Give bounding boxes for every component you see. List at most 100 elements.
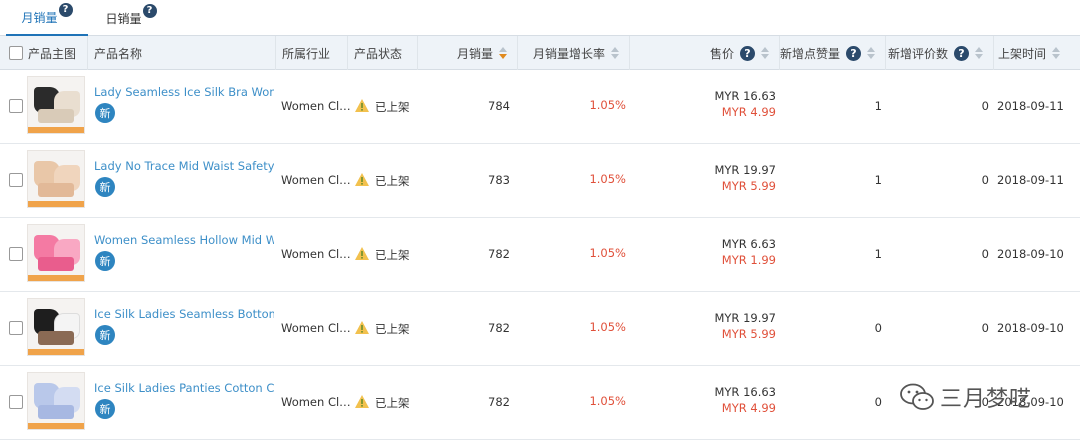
original-price: MYR 16.63 <box>714 385 776 399</box>
table-row: Ice Silk Ladies Seamless Bottom… 新 Women… <box>0 292 1080 366</box>
product-name-link[interactable]: Lady Seamless Ice Silk Bra Wom… <box>94 85 274 99</box>
column-industry: 所属行业 <box>276 36 348 70</box>
select-all-checkbox[interactable] <box>9 46 23 60</box>
new-likes-value: 0 <box>874 395 882 409</box>
industry-text: Women Cl… <box>281 247 351 261</box>
column-name-label: 产品名称 <box>94 46 143 61</box>
column-name: 产品名称 <box>88 36 276 70</box>
industry-text: Women Cl… <box>281 321 351 335</box>
growth-value: 1.05% <box>589 394 626 408</box>
row-checkbox[interactable] <box>9 395 23 409</box>
column-listed-date[interactable]: 上架时间 <box>994 36 1080 70</box>
original-price: MYR 16.63 <box>714 89 776 103</box>
status-text: 已上架 <box>375 396 410 410</box>
new-likes-value: 1 <box>874 173 882 187</box>
column-new-reviews-label: 新增评价数 <box>887 46 948 61</box>
sale-price: MYR 5.99 <box>721 179 776 193</box>
column-image: 产品主图 <box>0 36 88 70</box>
row-checkbox[interactable] <box>9 99 23 113</box>
tab-daily-sales-label: 日销量 <box>105 11 142 26</box>
column-status-label: 产品状态 <box>354 46 403 61</box>
sort-icon[interactable] <box>611 46 619 60</box>
sort-desc-icon[interactable] <box>499 46 507 60</box>
monthly-sales-value: 782 <box>488 395 510 409</box>
product-name-link[interactable]: Ice Silk Ladies Panties Cotton Cr… <box>94 381 274 395</box>
new-likes-value: 1 <box>874 99 882 113</box>
column-growth[interactable]: 月销量增长率 <box>518 36 630 70</box>
new-reviews-value: 0 <box>981 321 989 335</box>
tab-monthly-sales-label: 月销量 <box>21 10 58 25</box>
product-thumbnail[interactable] <box>27 224 85 282</box>
help-icon[interactable]: ? <box>954 45 969 61</box>
column-price-label: 售价 <box>709 46 734 61</box>
product-thumbnail[interactable] <box>27 76 85 134</box>
sales-tabs: 月销量 ? 日销量 ? <box>0 0 1080 36</box>
product-thumbnail[interactable] <box>27 372 85 430</box>
status-text: 已上架 <box>375 100 410 114</box>
new-likes-value: 0 <box>874 321 882 335</box>
column-new-likes: 新增点赞量 ? <box>780 36 886 70</box>
warning-triangle-icon <box>355 247 369 260</box>
column-status: 产品状态 <box>348 36 418 70</box>
sale-price: MYR 4.99 <box>721 401 776 415</box>
industry-text: Women Cl… <box>281 173 351 187</box>
column-price: 售价 ? <box>630 36 780 70</box>
sort-icon[interactable] <box>867 46 875 60</box>
column-growth-label: 月销量增长率 <box>532 46 605 61</box>
new-badge: 新 <box>95 103 115 123</box>
new-badge: 新 <box>95 251 115 271</box>
help-icon[interactable]: ? <box>58 3 73 17</box>
tab-monthly-sales[interactable]: 月销量 ? <box>6 0 88 36</box>
column-listed-date-label: 上架时间 <box>998 46 1047 61</box>
column-monthly-sales[interactable]: 月销量 <box>418 36 518 70</box>
new-badge: 新 <box>95 325 115 345</box>
row-checkbox[interactable] <box>9 247 23 261</box>
growth-value: 1.05% <box>589 320 626 334</box>
table-row: Lady Seamless Ice Silk Bra Wom… 新 Women … <box>0 70 1080 144</box>
sort-icon[interactable] <box>1052 46 1061 60</box>
column-new-likes-label: 新增点赞量 <box>780 46 841 61</box>
help-icon[interactable]: ? <box>740 45 755 61</box>
warning-triangle-icon <box>355 173 369 186</box>
listed-date-value: 2018-09-11 <box>997 99 1064 113</box>
growth-value: 1.05% <box>589 98 626 112</box>
product-thumbnail[interactable] <box>27 150 85 208</box>
monthly-sales-value: 782 <box>488 247 510 261</box>
status-text: 已上架 <box>375 248 410 262</box>
product-name-link[interactable]: Lady No Trace Mid Waist Safety … <box>94 159 274 173</box>
original-price: MYR 6.63 <box>721 237 776 251</box>
new-reviews-value: 0 <box>981 247 989 261</box>
help-icon[interactable]: ? <box>142 4 157 18</box>
product-name-link[interactable]: Women Seamless Hollow Mid W… <box>94 233 274 247</box>
column-image-label: 产品主图 <box>28 46 77 61</box>
table-row: Lady No Trace Mid Waist Safety … 新 Women… <box>0 144 1080 218</box>
sale-price: MYR 1.99 <box>721 253 776 267</box>
warning-triangle-icon <box>355 395 369 408</box>
wechat-icon <box>900 383 934 410</box>
original-price: MYR 19.97 <box>714 163 776 177</box>
listed-date-value: 2018-09-10 <box>997 321 1064 335</box>
table-row: Women Seamless Hollow Mid W… 新 Women Cl…… <box>0 218 1080 292</box>
row-checkbox[interactable] <box>9 173 23 187</box>
warning-triangle-icon <box>355 321 369 334</box>
help-icon[interactable]: ? <box>846 45 861 61</box>
warning-triangle-icon <box>355 99 369 112</box>
industry-text: Women Cl… <box>281 395 351 409</box>
sort-icon[interactable] <box>975 46 983 60</box>
row-checkbox[interactable] <box>9 321 23 335</box>
table-header: 产品主图 产品名称 所属行业 产品状态 月销量 月销量增长率 售价 ? 新增点赞… <box>0 36 1080 70</box>
status-text: 已上架 <box>375 322 410 336</box>
column-new-reviews: 新增评价数 ? <box>886 36 994 70</box>
growth-value: 1.05% <box>589 246 626 260</box>
new-likes-value: 1 <box>874 247 882 261</box>
original-price: MYR 19.97 <box>714 311 776 325</box>
product-thumbnail[interactable] <box>27 298 85 356</box>
sort-icon[interactable] <box>761 46 769 60</box>
tab-daily-sales[interactable]: 日销量 ? <box>96 0 166 36</box>
product-name-link[interactable]: Ice Silk Ladies Seamless Bottom… <box>94 307 274 321</box>
listed-date-value: 2018-09-11 <box>997 173 1064 187</box>
sale-price: MYR 5.99 <box>721 327 776 341</box>
growth-value: 1.05% <box>589 172 626 186</box>
sale-price: MYR 4.99 <box>721 105 776 119</box>
watermark-text: 三月梦呓 <box>940 387 1033 412</box>
